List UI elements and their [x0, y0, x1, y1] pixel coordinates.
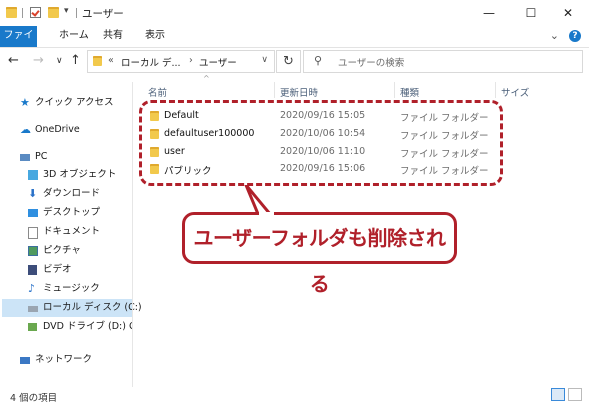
ribbon: ファイル ホーム 共有 表示 ⌄ ? [0, 26, 589, 61]
desktop-icon [28, 209, 38, 217]
annotation-callout: ユーザーフォルダも削除される [182, 212, 457, 296]
status-item-count: 4 個の項目 [10, 393, 58, 404]
music-note-icon: ♪ [28, 282, 36, 295]
nav-item-label: 3D オブジェクト [43, 169, 117, 180]
breadcrumb-separator: › [189, 55, 193, 66]
tab-share[interactable]: 共有 [95, 26, 131, 47]
nav-item-quick-access[interactable]: ★ クイック アクセス [20, 94, 130, 112]
dvd-drive-icon [28, 323, 37, 331]
callout-pointer [244, 185, 272, 215]
nav-item-videos[interactable]: ビデオ [28, 261, 132, 279]
video-icon [28, 265, 37, 275]
title-separator [22, 8, 23, 18]
tab-home[interactable]: ホーム [51, 26, 97, 47]
callout-joint [259, 212, 274, 216]
address-dropdown-icon[interactable]: ∨ [261, 55, 268, 65]
nav-item-label: ミュージック [43, 283, 100, 294]
chevron-down-icon[interactable]: ⌄ [550, 29, 559, 42]
properties-check-icon[interactable] [30, 7, 41, 18]
column-divider[interactable] [274, 82, 275, 98]
title-bar: ▾ ユーザー — ☐ ✕ [0, 0, 589, 26]
back-button[interactable]: ← [8, 53, 19, 68]
nav-item-label: ダウンロード [43, 188, 101, 199]
breadcrumb-users[interactable]: ユーザー [199, 55, 237, 69]
nav-item-pictures[interactable]: ピクチャ [28, 242, 132, 260]
highlight-dashed-box [139, 100, 503, 186]
address-bar[interactable]: « ローカル デ... › ユーザー ∨ [87, 50, 275, 73]
nav-item-label: ローカル ディスク (C:) [43, 302, 142, 313]
large-icons-view-button[interactable] [568, 388, 582, 401]
search-icon: ⚲ [314, 54, 323, 67]
nav-item-label: クイック アクセス [35, 97, 114, 108]
navigation-pane: ★ クイック アクセス ☁ OneDrive PC 3D オブジェクト ⬇ ダウ… [0, 86, 142, 386]
network-icon [20, 357, 30, 364]
new-folder-icon[interactable] [48, 7, 59, 18]
refresh-button[interactable]: ↻ [276, 50, 301, 73]
nav-item-label: DVD ドライブ (D:) CCC [43, 321, 132, 332]
search-box[interactable]: ⚲ ユーザーの検索 [303, 50, 583, 73]
folder-icon [6, 7, 17, 18]
nav-item-label: OneDrive [35, 124, 80, 135]
column-divider[interactable] [495, 82, 496, 98]
nav-item-label: ピクチャ [43, 245, 81, 256]
annotation-text: ユーザーフォルダも削除される [193, 226, 446, 296]
column-divider[interactable] [394, 82, 395, 98]
close-button[interactable]: ✕ [547, 0, 589, 26]
quick-access-toolbar-dropdown-icon[interactable]: ▾ [64, 6, 69, 16]
nav-item-documents[interactable]: ドキュメント [28, 223, 132, 241]
download-arrow-icon: ⬇ [28, 187, 38, 200]
breadcrumb-overflow[interactable]: « [108, 55, 114, 66]
details-view-button[interactable] [551, 388, 565, 401]
nav-item-network[interactable]: ネットワーク [20, 351, 130, 369]
nav-item-label: ビデオ [43, 264, 72, 275]
nav-item-onedrive[interactable]: ☁ OneDrive [20, 121, 130, 139]
nav-item-music[interactable]: ♪ ミュージック [28, 280, 132, 298]
title-separator [76, 8, 77, 18]
column-header-date[interactable]: 更新日時 [280, 85, 318, 99]
breadcrumb-local-disk[interactable]: ローカル デ... [121, 55, 181, 69]
document-icon [28, 227, 38, 239]
star-icon: ★ [20, 96, 30, 109]
cube-icon [28, 170, 38, 180]
maximize-button[interactable]: ☐ [510, 0, 552, 26]
nav-item-desktop[interactable]: デスクトップ [28, 204, 132, 222]
forward-button[interactable]: → [33, 53, 44, 68]
picture-icon [28, 246, 38, 256]
nav-item-label: デスクトップ [43, 207, 101, 218]
nav-item-local-disk[interactable]: ローカル ディスク (C:) [2, 299, 142, 317]
search-input[interactable]: ユーザーの検索 [338, 55, 404, 69]
folder-icon [93, 56, 102, 66]
nav-item-pc[interactable]: PC [20, 148, 130, 166]
nav-item-label: PC [35, 151, 48, 162]
column-header-type[interactable]: 種類 [400, 85, 419, 99]
cloud-icon: ☁ [20, 123, 31, 136]
computer-icon [20, 154, 30, 161]
tab-file[interactable]: ファイル [0, 26, 37, 61]
column-header-size[interactable]: サイズ [501, 85, 529, 99]
pane-divider[interactable] [132, 82, 133, 387]
nav-item-label: ドキュメント [43, 226, 101, 237]
minimize-button[interactable]: — [468, 0, 510, 26]
recent-locations-button[interactable]: ∨ [56, 56, 63, 66]
up-button[interactable]: ↑ [70, 53, 81, 68]
column-header-name[interactable]: 名前 [148, 85, 167, 99]
sort-caret-icon: ^ [203, 74, 210, 83]
nav-item-label: ネットワーク [35, 354, 93, 365]
window-title: ユーザー [82, 8, 124, 20]
nav-item-3d-objects[interactable]: 3D オブジェクト [28, 166, 132, 184]
help-icon[interactable]: ? [569, 30, 581, 42]
nav-item-dvd-drive[interactable]: DVD ドライブ (D:) CCC [28, 318, 132, 336]
tab-view[interactable]: 表示 [137, 26, 173, 47]
drive-icon [28, 306, 38, 312]
nav-item-downloads[interactable]: ⬇ ダウンロード [28, 185, 132, 203]
